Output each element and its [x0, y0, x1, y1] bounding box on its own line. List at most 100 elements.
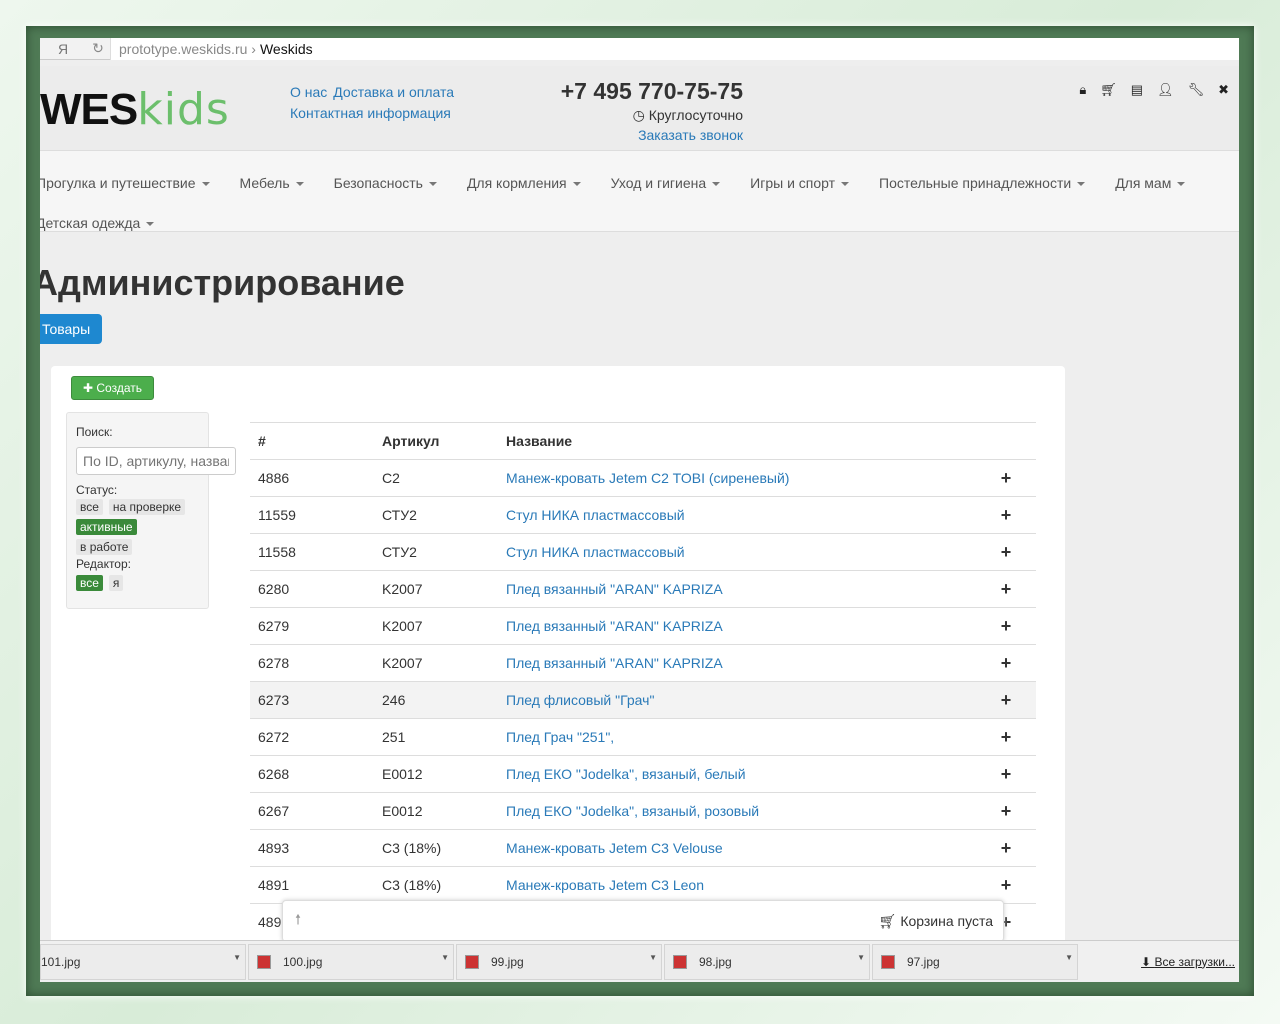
cell-sku: 246: [374, 681, 498, 719]
content-panel: ✚ Создать Поиск: Статус: все на проверке …: [51, 366, 1065, 982]
cart-icon: 🛒︎: [878, 912, 901, 929]
cell-name: Стул НИКА пластмассовый: [498, 533, 976, 571]
status-review[interactable]: на проверке: [108, 499, 186, 515]
cell-name: Манеж-кровать Jetem C2 TOBI (сиреневый): [498, 459, 976, 497]
download-item[interactable]: 100.jpg ▼: [248, 943, 454, 980]
reload-icon[interactable]: ↻: [86, 40, 110, 57]
top-links: О нас Доставка и оплата Контактная информ…: [290, 82, 460, 124]
list-icon[interactable]: ▤: [1131, 82, 1143, 98]
table-row: 6279 K2007 Плед вязанный "ARAN" KAPRIZA +: [250, 607, 1036, 645]
product-link[interactable]: Плед вязанный "ARAN" KAPRIZA: [506, 581, 723, 597]
create-button[interactable]: ✚ Создать: [71, 376, 154, 400]
product-link[interactable]: Плед вязанный "ARAN" KAPRIZA: [506, 655, 723, 671]
dropdown-arrow-icon[interactable]: ▼: [649, 953, 657, 962]
cell-name: Плед вязанный "ARAN" KAPRIZA: [498, 570, 976, 608]
add-icon[interactable]: +: [976, 829, 1036, 867]
product-link[interactable]: Стул НИКА пластмассовый: [506, 544, 685, 560]
link-contacts[interactable]: Контактная информация: [290, 105, 451, 121]
product-link[interactable]: Манеж-кровать Jetem C3 Velouse: [506, 840, 723, 856]
image-file-icon: [673, 954, 687, 969]
scroll-top-icon[interactable]: 🠕: [295, 909, 301, 933]
dropdown-arrow-icon[interactable]: ▼: [233, 953, 241, 962]
cell-id: 6267: [250, 792, 374, 830]
add-icon[interactable]: +: [976, 496, 1036, 534]
nav-feeding[interactable]: Для кормления: [467, 175, 581, 191]
nav-bedding[interactable]: Постельные принадлежности: [879, 175, 1085, 191]
editor-me[interactable]: я: [108, 575, 124, 591]
site-header: WESkids О нас Доставка и оплата Контактна…: [40, 66, 1239, 150]
search-input[interactable]: [76, 447, 236, 475]
add-icon[interactable]: +: [976, 718, 1036, 756]
plus-icon: ✚: [83, 381, 97, 395]
editor-all[interactable]: все: [76, 575, 103, 591]
add-icon[interactable]: +: [976, 866, 1036, 904]
add-icon[interactable]: +: [976, 459, 1036, 497]
add-icon[interactable]: +: [976, 570, 1036, 608]
cart-status[interactable]: Корзина пуста: [900, 913, 993, 929]
product-link[interactable]: Стул НИКА пластмассовый: [506, 507, 685, 523]
all-downloads-link[interactable]: ⬇ Все загрузки...: [1141, 955, 1235, 969]
table-row: 6272 251 Плед Грач "251", +: [250, 718, 1036, 756]
add-icon[interactable]: +: [976, 755, 1036, 793]
editor-label: Редактор:: [76, 557, 131, 571]
nav-games[interactable]: Игры и спорт: [750, 175, 849, 191]
product-link[interactable]: Плед вязанный "ARAN" KAPRIZA: [506, 618, 723, 634]
download-item[interactable]: 101.jpg ▼: [40, 943, 246, 980]
url-field[interactable]: prototype.weskids.ru › Weskids: [110, 38, 1239, 60]
download-filename: 99.jpg: [491, 954, 524, 969]
product-link[interactable]: Плед Грач "251",: [506, 729, 614, 745]
product-link[interactable]: Манеж-кровать Jetem C3 Leon: [506, 877, 704, 893]
dropdown-arrow-icon[interactable]: ▼: [441, 953, 449, 962]
add-icon[interactable]: +: [976, 792, 1036, 830]
cell-name: Плед флисовый "Грач": [498, 681, 976, 719]
cart-icon[interactable]: 🛒︎: [1100, 82, 1117, 98]
callback-link[interactable]: Заказать звонок: [540, 127, 743, 143]
nav-walks[interactable]: Прогулка и путешествие: [40, 175, 210, 191]
cell-id: 4893: [250, 829, 374, 867]
table-row: 6273 246 Плед флисовый "Грач" +: [250, 681, 1036, 719]
status-active[interactable]: активные: [76, 519, 137, 535]
cell-id: 6272: [250, 718, 374, 756]
lock-icon[interactable]: 🔒︎: [1079, 82, 1086, 98]
add-icon[interactable]: +: [976, 644, 1036, 682]
product-link[interactable]: Плед ЕКО "Jodelka", вязаный, белый: [506, 766, 746, 782]
product-link[interactable]: Манеж-кровать Jetem C2 TOBI (сиреневый): [506, 470, 789, 486]
nav-clothes[interactable]: Детская одежда: [40, 215, 154, 231]
nav-moms[interactable]: Для мам: [1115, 175, 1185, 191]
search-label: Поиск:: [76, 425, 113, 439]
link-delivery[interactable]: Доставка и оплата: [333, 84, 454, 100]
status-all[interactable]: все: [76, 499, 103, 515]
nav-furniture[interactable]: Мебель: [240, 175, 304, 191]
link-about[interactable]: О нас: [290, 84, 327, 100]
download-item[interactable]: 99.jpg ▼: [456, 943, 662, 980]
cell-id: 6278: [250, 644, 374, 682]
tab-products[interactable]: Товары: [40, 314, 103, 344]
table-row: 4893 C3 (18%) Манеж-кровать Jetem C3 Velou…: [250, 829, 1036, 867]
nav-hygiene[interactable]: Уход и гигиена: [611, 175, 721, 191]
cell-name: Плед Грач "251",: [498, 718, 976, 756]
product-link[interactable]: Плед ЕКО "Jodelka", вязаный, розовый: [506, 803, 759, 819]
nav-safety[interactable]: Безопасность: [334, 175, 437, 191]
page-title-text: Weskids: [259, 40, 313, 57]
status-in-work[interactable]: в работе: [76, 539, 133, 555]
add-icon[interactable]: +: [976, 681, 1036, 719]
add-icon[interactable]: +: [976, 533, 1036, 571]
category-nav: Прогулка и путешествие Мебель Безопаснос…: [40, 150, 1239, 232]
logo[interactable]: WESkids: [40, 84, 230, 135]
address-bar[interactable]: Я ↻ prototype.weskids.ru › Weskids: [40, 38, 1239, 60]
dropdown-arrow-icon[interactable]: ▼: [1065, 953, 1073, 962]
download-item[interactable]: 97.jpg ▼: [872, 943, 1078, 980]
download-filename: 100.jpg: [283, 954, 323, 969]
dropdown-arrow-icon[interactable]: ▼: [857, 953, 865, 962]
user-icon[interactable]: 👤︎: [1157, 82, 1174, 98]
add-icon[interactable]: +: [976, 607, 1036, 645]
cell-name: Стул НИКА пластмассовый: [498, 496, 976, 534]
cell-name: Плед ЕКО "Jodelka", вязаный, розовый: [498, 792, 976, 830]
download-item[interactable]: 98.jpg ▼: [664, 943, 870, 980]
wrench-icon[interactable]: 🔧︎: [1188, 82, 1205, 98]
downloads-bar: 101.jpg ▼ 100.jpg ▼ 99.jpg ▼ 98.jpg ▼ 97.jpg ▼ ⬇ В…: [40, 940, 1239, 982]
product-link[interactable]: Плед флисовый "Грач": [506, 692, 654, 708]
close-icon[interactable]: ✖: [1218, 82, 1229, 98]
image-file-icon: [465, 954, 479, 969]
cell-sku: K2007: [374, 570, 498, 608]
